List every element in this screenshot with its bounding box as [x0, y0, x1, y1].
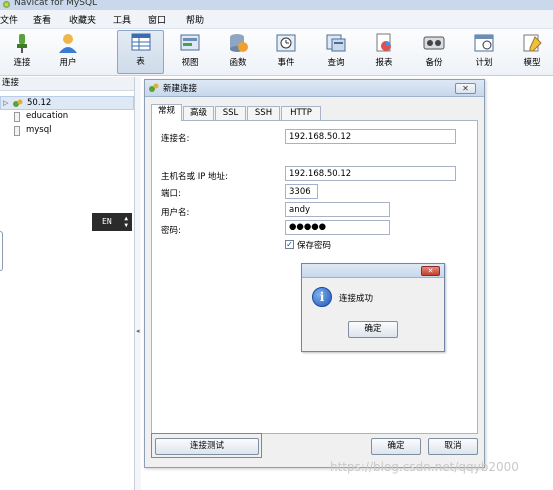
close-icon[interactable]: ✕ [455, 83, 476, 94]
connection-name-input[interactable] [285, 129, 456, 144]
host-label: 主机名或 IP 地址: [161, 172, 228, 182]
close-icon[interactable]: ✕ [421, 266, 440, 276]
report-icon [376, 33, 391, 52]
save-password-label: 保存密码 [297, 241, 332, 251]
toolbar-table-button[interactable]: 表 [117, 30, 164, 74]
expand-arrow-icon[interactable]: ▷ [3, 97, 8, 110]
username-label: 用户名: [161, 208, 190, 218]
message-ok-button[interactable]: 确定 [348, 321, 398, 338]
save-password-checkbox[interactable]: ✓ [285, 240, 294, 249]
window-title: Navicat for MySQL [14, 0, 98, 8]
navicat-app-icon [2, 0, 11, 9]
connection-item[interactable]: ▷ 50.12 [0, 96, 134, 110]
ime-language-indicator[interactable]: EN ▲ ▼ [92, 213, 132, 231]
model-icon [523, 34, 542, 52]
function-icon [230, 34, 248, 52]
database-icon [14, 112, 20, 122]
database-name: mysql [26, 125, 52, 135]
toolbar-schedule-button[interactable]: 计划 [462, 32, 506, 72]
plug-icon [17, 34, 27, 53]
menu-file[interactable]: 文件 [0, 13, 18, 26]
splitter-grip-icon: ◂ [136, 327, 140, 335]
ok-button[interactable]: 确定 [371, 438, 421, 455]
toolbar-view-button[interactable]: 视图 [168, 32, 212, 72]
tab-ssl[interactable]: SSL [215, 106, 246, 120]
dialog-title-bar: 新建连接 ✕ [145, 80, 484, 97]
toolbar-function-button[interactable]: 函数 [216, 32, 260, 72]
database-icon [14, 126, 20, 136]
database-name: education [26, 111, 69, 121]
toolbar-event-button[interactable]: 事件 [264, 32, 308, 72]
menu-view[interactable]: 查看 [33, 13, 51, 26]
connection-name: 50.12 [27, 98, 52, 108]
connection-icon [149, 83, 159, 92]
password-label: 密码: [161, 226, 181, 236]
title-bar: Navicat for MySQL [0, 0, 553, 10]
backup-icon [423, 36, 445, 50]
tab-http[interactable]: HTTP [281, 106, 321, 120]
user-icon [59, 34, 77, 53]
connection-name-label: 连接名: [161, 134, 190, 144]
connection-panel: 连接 ▷ 50.12 education mysql [0, 77, 135, 490]
menu-favorites[interactable]: 收藏夹 [69, 13, 96, 26]
database-item[interactable]: mysql [0, 124, 134, 138]
host-input[interactable] [285, 166, 456, 181]
test-connection-highlight [151, 433, 262, 458]
toolbar-model-button[interactable]: 模型 [510, 32, 553, 72]
database-item[interactable]: education [0, 110, 134, 124]
tab-advanced[interactable]: 高级 [183, 106, 214, 120]
username-input[interactable] [285, 202, 390, 217]
menu-window[interactable]: 窗口 [148, 13, 166, 26]
port-input[interactable] [285, 184, 318, 199]
query-icon [326, 34, 346, 52]
connection-icon [13, 99, 23, 107]
cancel-button[interactable]: 取消 [428, 438, 478, 455]
clock-icon [276, 34, 296, 52]
message-text: 连接成功 [339, 294, 374, 304]
view-icon [180, 34, 200, 51]
main-toolbar: 连接 用户 表 视图 函数 事件 查询 报表 备份 计划 模型 [0, 29, 553, 76]
tab-ssh[interactable]: SSH [247, 106, 280, 120]
port-label: 端口: [161, 189, 181, 199]
message-box-title-bar: ✕ [302, 264, 444, 278]
toolbar-connect-button[interactable]: 连接 [0, 32, 44, 72]
success-message-box: ✕ i 连接成功 确定 [301, 263, 445, 352]
menu-help[interactable]: 帮助 [186, 13, 204, 26]
toolbar-query-button[interactable]: 查询 [314, 32, 358, 72]
collapsed-panel-handle[interactable] [0, 231, 3, 271]
connection-panel-header: 连接 [0, 77, 134, 91]
toolbar-backup-button[interactable]: 备份 [412, 32, 456, 72]
tab-general[interactable]: 常规 [151, 104, 182, 121]
calendar-icon [474, 34, 494, 52]
info-icon: i [312, 287, 332, 307]
toolbar-user-button[interactable]: 用户 [46, 32, 90, 72]
password-input[interactable]: ●●●●● [285, 220, 390, 235]
dialog-title: 新建连接 [163, 84, 198, 94]
table-icon [131, 33, 150, 51]
ime-arrows-icon: ▲ ▼ [124, 215, 128, 229]
toolbar-report-button[interactable]: 报表 [362, 32, 406, 72]
panel-splitter[interactable]: ◂ [134, 77, 141, 490]
watermark: https://blog.csdn.net/qqyb2000 [330, 460, 519, 474]
menu-tools[interactable]: 工具 [113, 13, 131, 26]
menu-bar: 文件 查看 收藏夹 工具 窗口 帮助 [0, 10, 553, 29]
